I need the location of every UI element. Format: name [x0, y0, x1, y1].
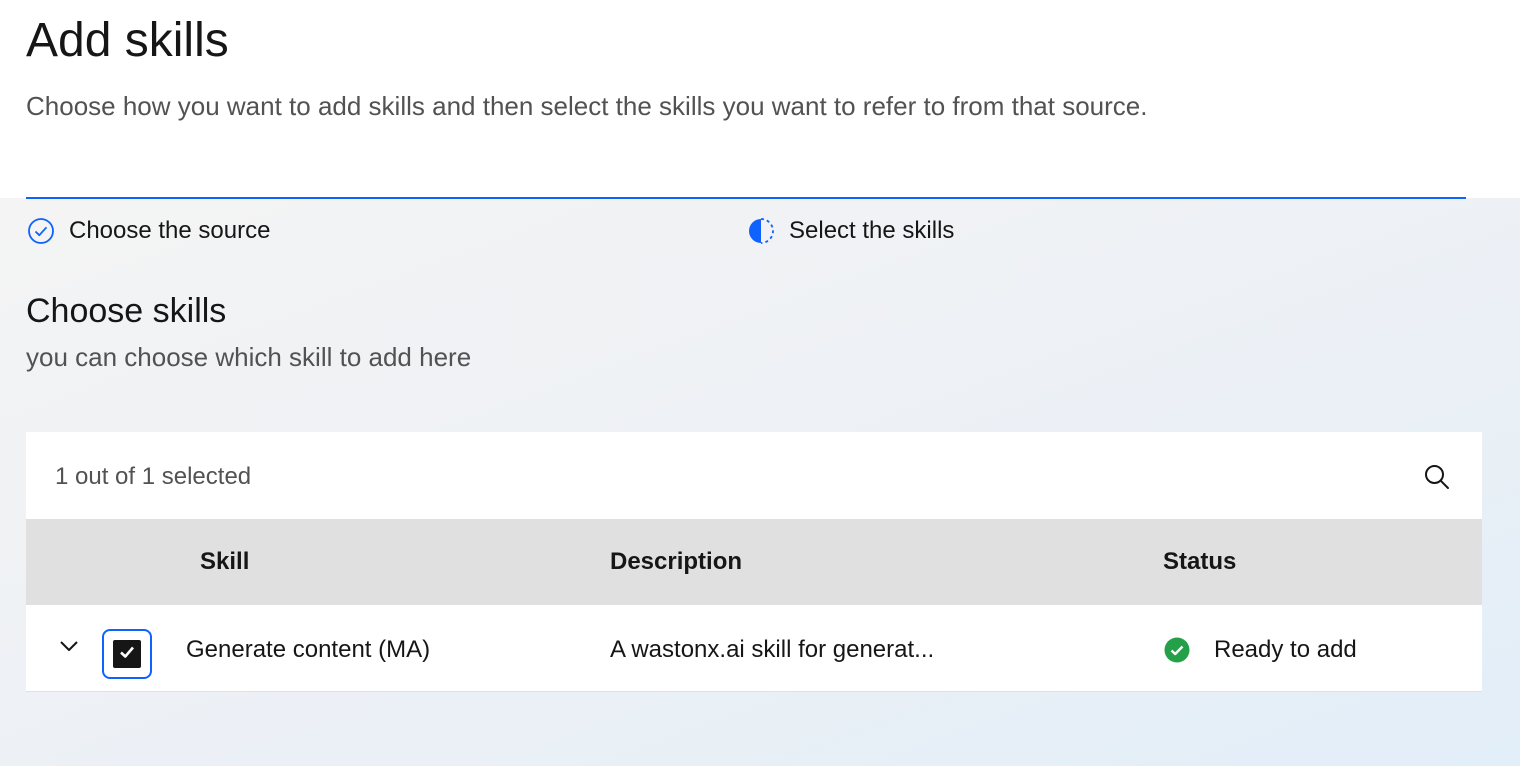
skills-table: 1 out of 1 selected Skill Description St…: [26, 432, 1482, 692]
progress-step-label: Choose the source: [69, 217, 271, 244]
search-button[interactable]: [1416, 458, 1458, 500]
search-icon: [1423, 463, 1451, 496]
page-header: Add skills Choose how you want to add sk…: [0, 0, 1520, 198]
column-header-skill[interactable]: Skill: [200, 545, 249, 579]
row-select-checkbox[interactable]: [102, 629, 152, 679]
progress-step-label: Select the skills: [789, 217, 955, 244]
section-subtitle: you can choose which skill to add here: [26, 342, 472, 372]
cell-description: A wastonx.ai skill for generat...: [610, 636, 935, 663]
selection-count: 1 out of 1 selected: [55, 463, 252, 490]
table-row[interactable]: Generate content (MA) A wastonx.ai skill…: [26, 605, 1482, 692]
table-header-row: Skill Description Status: [26, 519, 1482, 605]
checkmark-outline-icon: [26, 216, 56, 246]
progress-step-select-skills[interactable]: Select the skills: [746, 214, 954, 248]
cell-status: Ready to add: [1214, 636, 1357, 663]
table-toolbar: 1 out of 1 selected: [26, 432, 1482, 519]
column-header-description[interactable]: Description: [610, 545, 742, 579]
page-title: Add skills: [26, 14, 229, 67]
progress-indicator-line: [26, 197, 1466, 199]
checkbox-checked: [113, 640, 141, 668]
expand-row-button[interactable]: [54, 633, 84, 663]
progress-step-choose-source[interactable]: Choose the source: [26, 214, 270, 248]
chevron-down-icon: [57, 634, 81, 663]
section-title: Choose skills: [26, 292, 227, 330]
cell-skill-name: Generate content (MA): [186, 636, 431, 663]
column-header-status[interactable]: Status: [1163, 545, 1236, 579]
incomplete-icon: [746, 216, 776, 246]
checkmark-icon: [117, 642, 137, 667]
page-subtitle: Choose how you want to add skills and th…: [26, 91, 1148, 121]
checkmark-filled-icon: [1164, 637, 1190, 663]
